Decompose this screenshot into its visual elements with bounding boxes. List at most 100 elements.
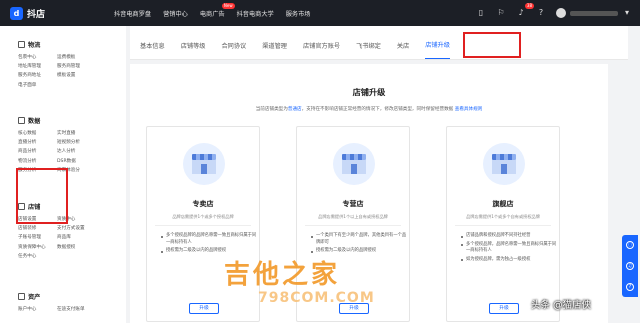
nav-ads[interactable]: 电商广告 New xyxy=(199,2,235,18)
sidebar-item[interactable]: 包裹中心 xyxy=(18,54,57,60)
logo-text: 抖店 xyxy=(27,9,46,20)
sidebar-item[interactable]: 服务商管理 xyxy=(57,63,102,69)
app-logo[interactable]: d 抖店 xyxy=(10,6,114,20)
card-subtitle: 品牌店需提供1个或多个授权品牌 xyxy=(172,214,234,219)
nav-compass[interactable]: 抖音电商罗盘 xyxy=(114,9,151,18)
list-item: 一个类目下有至少两个品牌，其他类目有一个品牌即可 xyxy=(311,233,407,246)
sidebar-section-assets: 资产 账户中心 在途支付账单 xyxy=(18,292,102,312)
chat-icon[interactable]: ◌ xyxy=(626,241,634,250)
wallet-icon xyxy=(18,293,25,300)
sidebar-item[interactable]: 店铺装修 xyxy=(18,225,57,231)
rules-link[interactable]: 查看具体规则 xyxy=(455,107,483,112)
list-item: 多个授权品牌，品牌名称需一致且商标归属于同一商标持有人 xyxy=(461,242,557,255)
sidebar-item[interactable]: DSR数据 xyxy=(57,158,102,164)
sidebar-item[interactable]: 支付方式设置 xyxy=(57,225,102,231)
watermark-sub: 798COM.COM xyxy=(258,290,375,306)
top-nav: 抖音电商罗盘 营销中心 电商广告 New 抖音电商大学 服务市场 xyxy=(114,2,311,18)
sidebar-item[interactable]: 商品分析 xyxy=(18,148,57,154)
card-title: 旗舰店 xyxy=(492,200,514,208)
store-illustration xyxy=(483,143,525,185)
main-area: 基本信息 店铺等级 合同协议 渠道管理 店铺官方账号 飞书绑定 关店 店铺升级 … xyxy=(130,26,628,323)
top-bar: d 抖店 抖音电商罗盘 营销中心 电商广告 New 抖音电商大学 服务市场 ▯ ⚐… xyxy=(0,0,640,26)
help-icon[interactable]: ? xyxy=(536,8,546,18)
user-menu[interactable]: ▾ xyxy=(556,8,632,18)
username-redacted xyxy=(570,10,618,16)
sidebar-section-logistics: 物流 包裹中心 运费模板 地址库管理 服务商管理 服务商地址 模板设置 电子面单 xyxy=(18,40,102,88)
content-area: 店铺升级 当前店铺类型为普通店，支持在不影响店铺正常经营的情况下，修改店铺类型，… xyxy=(130,60,628,323)
tab-contracts[interactable]: 合同协议 xyxy=(222,41,247,59)
tab-basic-info[interactable]: 基本信息 xyxy=(140,41,165,59)
chevron-down-icon: ▾ xyxy=(624,8,629,17)
card-requirements: 店铺品牌和授权品牌不同持社经营 多个授权品牌，品牌名称需一致且商标归属于同一商标… xyxy=(461,233,557,265)
sidebar-item[interactable]: 子账号管理 xyxy=(18,234,57,240)
top-right-tools: ▯ ⚐ ♪ 38 ? ▾ xyxy=(476,0,632,26)
sidebar-item[interactable]: 电子面单 xyxy=(18,82,57,88)
tab-official-account[interactable]: 店铺官方账号 xyxy=(303,41,340,59)
sidebar-item[interactable]: 地址库管理 xyxy=(18,63,57,69)
chart-icon xyxy=(18,117,25,124)
store-illustration xyxy=(333,143,375,185)
nav-marketing[interactable]: 营销中心 xyxy=(163,9,188,18)
upgrade-button[interactable]: 升级 xyxy=(489,303,519,314)
list-item: 如为授权品牌，需为独占一级授权 xyxy=(461,257,557,264)
sidebar-item[interactable]: 直播分析 xyxy=(18,139,57,145)
sidebar-item[interactable]: 在途支付账单 xyxy=(57,306,102,312)
sidebar-item[interactable]: 资质保障中心 xyxy=(18,244,57,250)
sidebar-item[interactable]: 短视频分析 xyxy=(57,139,102,145)
current-store-type: 普通店 xyxy=(287,107,302,112)
watermark-main: 吉他之家 xyxy=(224,260,341,290)
question-icon[interactable]: ? xyxy=(626,282,634,291)
sidebar-item[interactable]: 达人分析 xyxy=(57,148,102,154)
highlight-box-store-section xyxy=(16,168,68,224)
flag-icon[interactable]: ⚐ xyxy=(496,8,506,18)
store-icon xyxy=(192,154,216,174)
sidebar-item[interactable]: 数据授权 xyxy=(57,244,102,250)
upgrade-panel: 店铺升级 当前店铺类型为普通店，支持在不影响店铺正常经营的情况下，修改店铺类型，… xyxy=(130,64,608,323)
sidebar-item[interactable]: 任务中心 xyxy=(18,253,57,259)
tab-store-level[interactable]: 店铺等级 xyxy=(181,41,206,59)
nav-university[interactable]: 抖音电商大学 xyxy=(237,9,274,18)
list-item: 多个授权品牌的品牌名称需一致且商标归属于同一商标持有人 xyxy=(161,233,257,246)
watermark-corner: 头条 @猫店侠 xyxy=(531,300,592,311)
card-title: 专营店 xyxy=(342,200,364,208)
store-type-card: 专卖店 品牌店需提供1个或多个授权品牌 多个授权品牌的品牌名称需一致且商标归属于… xyxy=(146,126,260,322)
nav-ads-label: 电商广告 xyxy=(199,10,225,18)
store-illustration xyxy=(183,143,225,185)
sidebar-item[interactable]: 商品库 xyxy=(57,234,102,240)
sidebar-item[interactable]: 运费模板 xyxy=(57,54,102,60)
tab-store-upgrade[interactable]: 店铺升级 xyxy=(425,40,450,59)
card-title: 专卖店 xyxy=(192,200,214,208)
sidebar-item[interactable]: 账户中心 xyxy=(18,306,57,312)
store-type-card: 旗舰店 品牌店需提供1个或多个自有或授权品牌 店铺品牌和授权品牌不同持社经营 多… xyxy=(446,126,560,322)
message-count-badge: 38 xyxy=(524,3,534,9)
phone-icon[interactable]: ▯ xyxy=(476,8,486,18)
sidebar-item[interactable]: 实时直播 xyxy=(57,130,102,136)
highlight-box-upgrade-tab xyxy=(463,32,521,58)
card-subtitle: 品牌店需提供1个以上自有或授权品牌 xyxy=(318,214,388,219)
headset-icon[interactable]: ♫ xyxy=(626,261,634,270)
sidebar-item[interactable]: 服务商地址 xyxy=(18,72,57,78)
panel-title: 店铺升级 xyxy=(352,87,386,97)
panel-description: 当前店铺类型为普通店，支持在不影响店铺正常经营的情况下，修改店铺类型，同时保留经… xyxy=(255,107,483,112)
sidebar-section-data: 数据 核心数据 实时直播 直播分析 短视频分析 商品分析 达人分析 物流分析 D… xyxy=(18,116,102,173)
tab-bar: 基本信息 店铺等级 合同协议 渠道管理 店铺官方账号 飞书绑定 关店 店铺升级 xyxy=(130,26,628,60)
upgrade-button[interactable]: 升级 xyxy=(189,303,219,314)
store-icon xyxy=(492,154,516,174)
tab-close-store[interactable]: 关店 xyxy=(397,41,409,59)
avatar xyxy=(556,8,566,18)
tab-channels[interactable]: 渠道管理 xyxy=(262,41,287,59)
divider xyxy=(305,225,401,226)
card-subtitle: 品牌店需提供1个或多个自有或授权品牌 xyxy=(466,214,540,219)
sidebar-item[interactable]: 物流分析 xyxy=(18,158,57,164)
floating-help-bar: ◌ ♫ ? xyxy=(622,235,638,297)
list-item: 店铺品牌和授权品牌不同持社经营 xyxy=(461,233,557,240)
bell-icon[interactable]: ♪ 38 xyxy=(516,3,534,18)
new-badge: New xyxy=(221,2,235,9)
sidebar-item[interactable]: 核心数据 xyxy=(18,130,57,136)
tab-feishu[interactable]: 飞书绑定 xyxy=(356,41,381,59)
sidebar-item[interactable]: 模板设置 xyxy=(57,72,102,78)
nav-service-market[interactable]: 服务市场 xyxy=(286,9,311,18)
divider xyxy=(155,225,251,226)
divider xyxy=(455,225,551,226)
store-icon xyxy=(342,154,366,174)
